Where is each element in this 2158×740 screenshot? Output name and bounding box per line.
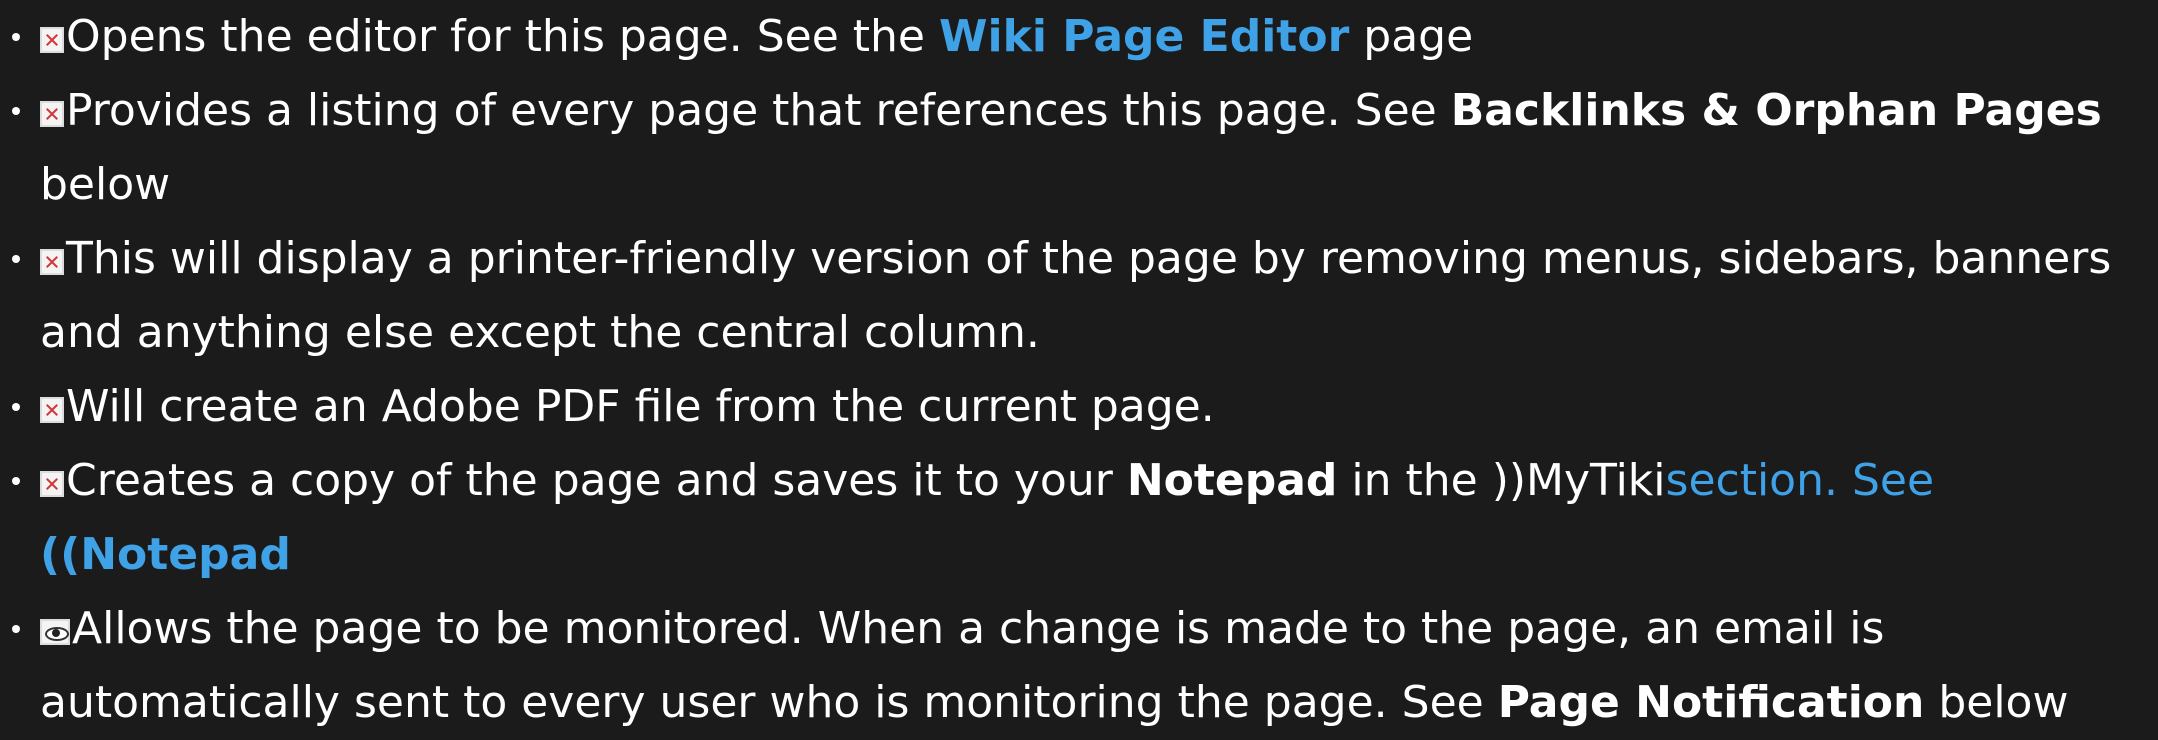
list-item-edit: Opens the editor for this page. See the … <box>0 0 2158 74</box>
item-text: Opens the editor for this page. See the <box>66 11 939 62</box>
bullet <box>10 74 22 148</box>
bullet <box>10 592 22 666</box>
item-text: below <box>1924 677 2069 728</box>
item-text: page <box>1349 11 1474 62</box>
list-item-print: This will display a printer-friendly ver… <box>0 222 2158 370</box>
broken-image-icon[interactable] <box>40 101 64 127</box>
feature-list: Opens the editor for this page. See the … <box>0 0 2158 740</box>
backlinks-orphan-pages-label: Backlinks & Orphan Pages <box>1450 85 2102 136</box>
bullet <box>10 222 22 296</box>
bullet <box>10 444 22 518</box>
bullet <box>10 0 22 74</box>
list-item-pdf: Will create an Adobe PDF file from the c… <box>0 370 2158 444</box>
broken-image-icon[interactable] <box>40 471 64 497</box>
list-item-backlinks: Provides a listing of every page that re… <box>0 74 2158 222</box>
item-text: in the ))MyTiki <box>1337 455 1666 506</box>
wiki-page-editor-link[interactable]: Wiki Page Editor <box>939 11 1349 62</box>
item-text: This will display a printer-friendly ver… <box>40 233 2112 358</box>
item-text: Creates a copy of the page and saves it … <box>66 455 1127 506</box>
broken-image-icon[interactable] <box>40 397 64 423</box>
bullet <box>10 370 22 444</box>
notepad-label: Notepad <box>1126 455 1338 506</box>
list-item-notepad: Creates a copy of the page and saves it … <box>0 444 2158 592</box>
broken-image-icon[interactable] <box>40 27 64 53</box>
broken-image-icon[interactable] <box>40 249 64 275</box>
section-see-link[interactable]: section. See <box>1666 455 1935 506</box>
notepad-link[interactable]: ((Notepad <box>40 529 291 580</box>
item-text: Will create an Adobe PDF file from the c… <box>66 381 1215 432</box>
item-text: Provides a listing of every page that re… <box>66 85 1451 136</box>
page-notification-label: Page Notification <box>1497 677 1925 728</box>
list-item-monitor: Allows the page to be monitored. When a … <box>0 592 2158 740</box>
eye-icon[interactable] <box>40 619 70 645</box>
item-text: below <box>40 159 171 210</box>
